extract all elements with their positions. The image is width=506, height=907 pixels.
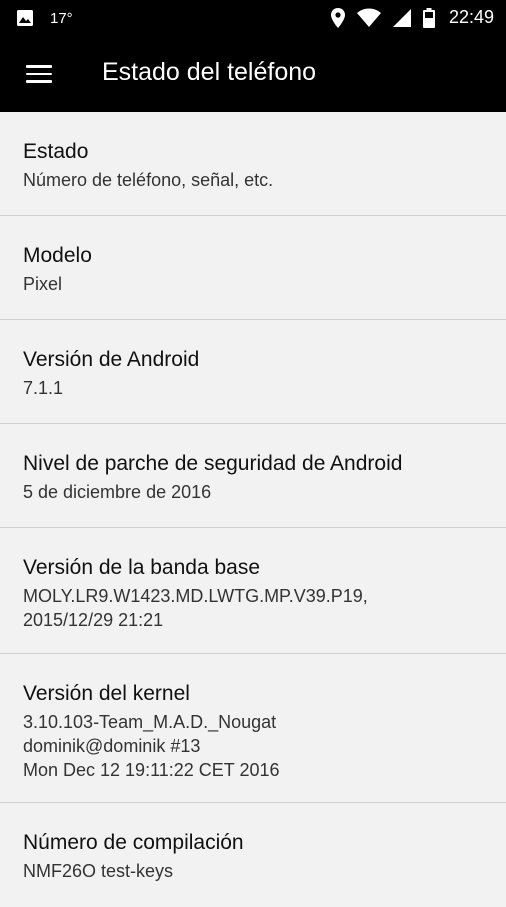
item-value-line: 2015/12/29 21:21 <box>23 610 164 630</box>
item-title: Nivel de parche de seguridad de Android <box>23 452 403 475</box>
app-bar: Estado del teléfono <box>0 36 506 112</box>
battery-icon <box>422 7 435 28</box>
list-item-modelo[interactable]: Modelo Pixel <box>0 216 506 320</box>
item-title: Versión de Android <box>23 348 200 371</box>
item-value: Número de teléfono, señal, etc. <box>23 168 483 192</box>
list-item-kernel-version[interactable]: Versión del kernel 3.10.103-Team_M.A.D._… <box>0 654 506 803</box>
item-title: Versión de la banda base <box>23 556 261 579</box>
list-item-baseband-version[interactable]: Versión de la banda base MOLY.LR9.W1423.… <box>0 528 506 654</box>
item-value-line: Pixel <box>23 274 63 294</box>
item-value-line: NMF26O test-keys <box>23 861 174 881</box>
item-title: Modelo <box>23 244 92 267</box>
item-value-line: 7.1.1 <box>23 378 64 398</box>
list-item-build-number[interactable]: Número de compilación NMF26O test-keys <box>0 803 506 907</box>
wifi-icon <box>356 8 381 27</box>
item-value: MOLY.LR9.W1423.MD.LWTG.MP.V39.P19, 2015/… <box>23 584 483 632</box>
item-value: 3.10.103-Team_M.A.D._Nougat dominik@domi… <box>23 710 483 782</box>
item-value-line: Mon Dec 12 19:11:22 CET 2016 <box>23 760 280 780</box>
status-bar: 17° 22:49 <box>0 0 506 36</box>
item-value-line: Número de teléfono, señal, etc. <box>23 170 274 190</box>
item-value: 7.1.1 <box>23 376 483 400</box>
status-right: 22:49 <box>319 7 494 28</box>
clock-text: 22:49 <box>448 7 494 27</box>
list-item-security-patch[interactable]: Nivel de parche de seguridad de Android … <box>0 424 506 528</box>
status-left: 17° <box>16 9 73 27</box>
item-value: NMF26O test-keys <box>23 859 483 883</box>
item-value: 5 de diciembre de 2016 <box>23 480 483 504</box>
item-title: Número de compilación <box>23 831 244 854</box>
item-title: Estado <box>23 140 89 163</box>
image-notification-icon <box>17 10 33 26</box>
list-item-android-version[interactable]: Versión de Android 7.1.1 <box>0 320 506 424</box>
location-icon <box>330 7 345 28</box>
cell-signal-icon <box>392 8 411 27</box>
item-value-line: dominik@dominik #13 <box>23 736 201 756</box>
settings-list: Estado Número de teléfono, señal, etc. M… <box>0 112 506 907</box>
hamburger-menu-icon[interactable] <box>26 65 52 83</box>
page-title: Estado del teléfono <box>102 58 317 86</box>
temperature-text: 17° <box>50 9 73 27</box>
item-value: Pixel <box>23 272 483 296</box>
item-value-line: MOLY.LR9.W1423.MD.LWTG.MP.V39.P19, <box>23 586 368 606</box>
item-title: Versión del kernel <box>23 682 190 705</box>
list-item-estado[interactable]: Estado Número de teléfono, señal, etc. <box>0 112 506 216</box>
item-value-line: 3.10.103-Team_M.A.D._Nougat <box>23 712 277 732</box>
item-value-line: 5 de diciembre de 2016 <box>23 482 212 502</box>
